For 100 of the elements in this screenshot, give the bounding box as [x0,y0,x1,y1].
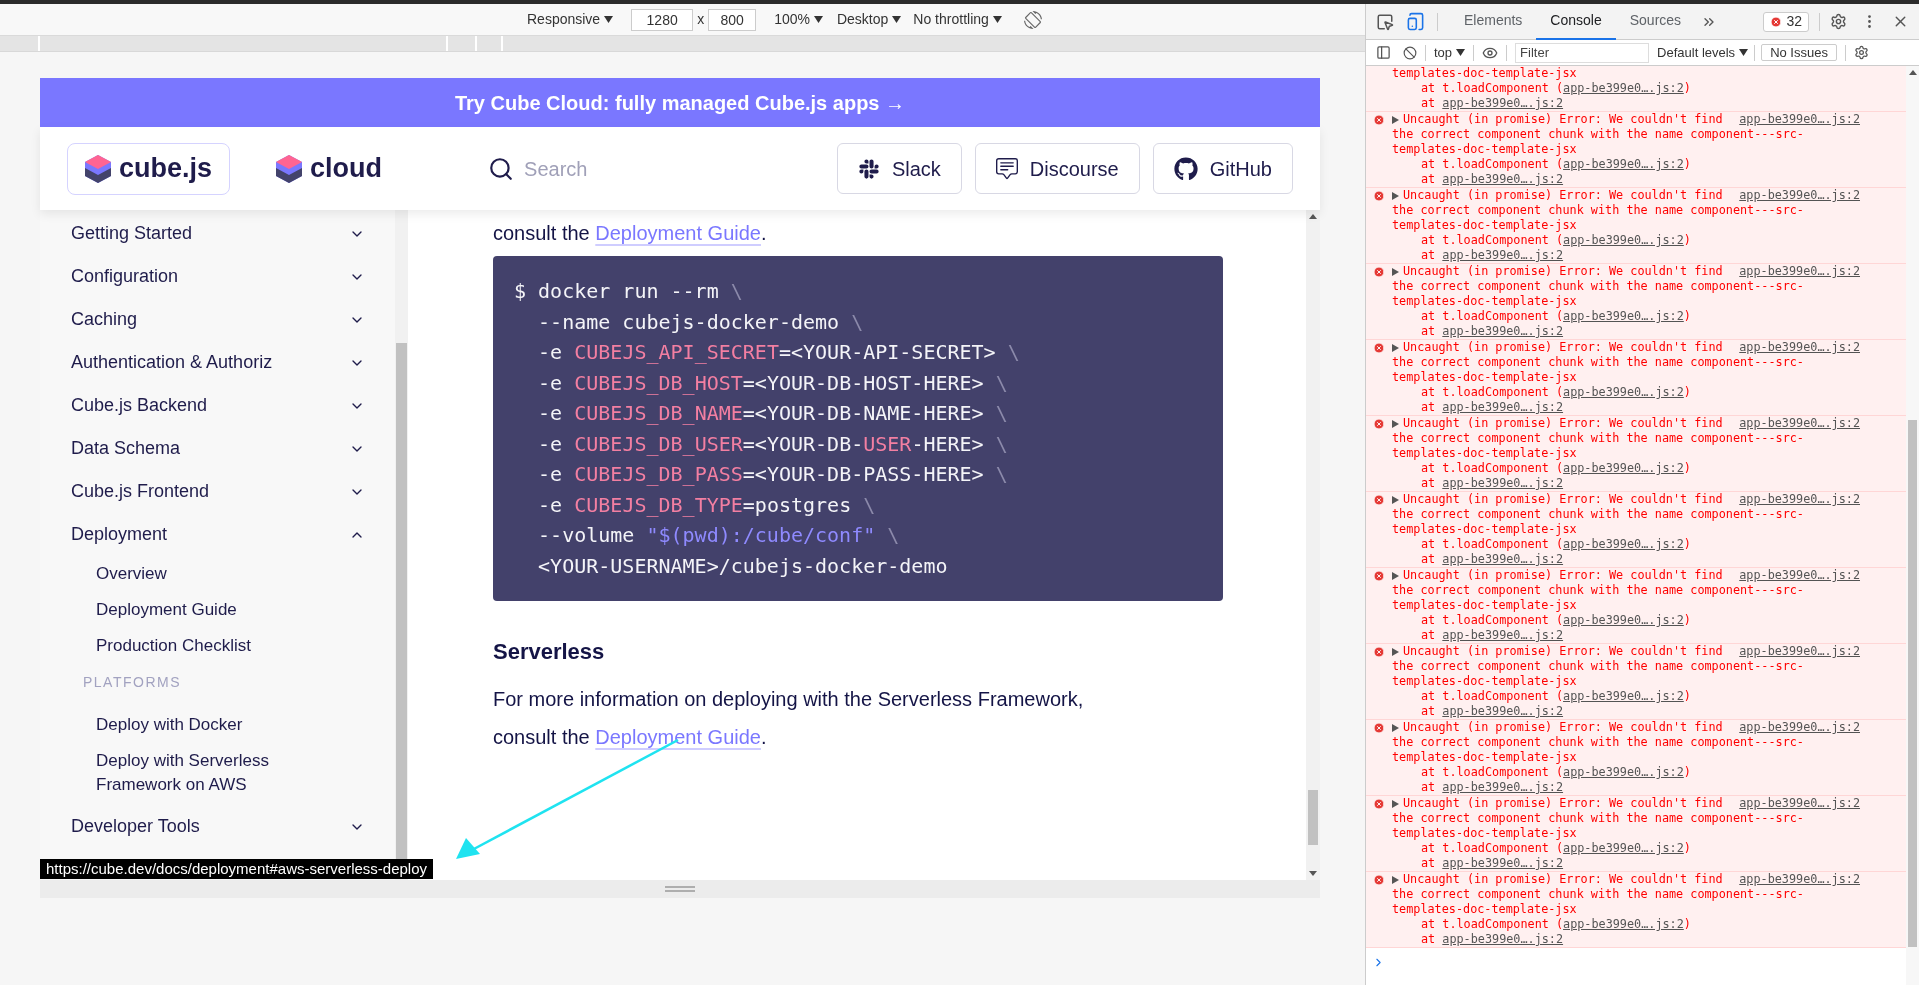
inspect-icon[interactable] [1376,12,1394,31]
error-text: the correct component chunk with the name component---src- [1392,355,1804,370]
nav-subitem[interactable]: Deployment Guide [71,592,321,628]
source-link[interactable]: app-be399e0….js:2 [1739,264,1860,279]
scroll-up-icon [1309,214,1317,219]
caret-icon [813,16,823,23]
source-link[interactable]: app-be399e0….js:2 [1739,568,1860,583]
nav-item[interactable]: Cube.js Frontend [71,470,365,513]
nav-subitem[interactable]: Deploy with Docker [71,707,321,743]
filter-field[interactable]: Filter [1515,42,1650,63]
issues-button[interactable]: No Issues [1761,44,1837,61]
community-button[interactable]: Slack [836,143,962,194]
nav-item[interactable]: Authentication & Authoriz [71,341,365,384]
settings-icon[interactable] [1830,13,1847,30]
clear-console-icon[interactable] [1403,45,1417,60]
device-dropdown[interactable]: Responsive [527,9,614,30]
source-link[interactable]: app-be399e0….js:2 [1739,796,1860,811]
source-link[interactable]: app-be399e0….js:2 [1563,461,1684,475]
nav-item[interactable]: Data Schema [71,427,365,470]
source-link[interactable]: app-be399e0….js:2 [1442,780,1564,794]
source-link[interactable]: app-be399e0….js:2 [1739,872,1860,887]
source-link[interactable]: app-be399e0….js:2 [1563,537,1684,551]
source-link[interactable]: app-be399e0….js:2 [1442,476,1564,490]
throttling-dropdown[interactable]: No throttling [913,9,1002,30]
expand-triangle-icon [1392,799,1399,808]
nav-item[interactable]: Deployment [71,513,365,556]
source-link[interactable]: app-be399e0….js:2 [1739,340,1860,355]
mode-dropdown[interactable]: Desktop [836,9,902,30]
stack-line: at t.loadComponent (app-be399e0….js:2) [1420,461,1691,476]
source-link[interactable]: app-be399e0….js:2 [1563,157,1684,171]
stack-line: at t.loadComponent (app-be399e0….js:2) [1420,613,1691,628]
link[interactable]: Deployment Guide [595,222,761,244]
community-button[interactable]: Discourse [974,143,1140,194]
source-link[interactable]: app-be399e0….js:2 [1563,233,1684,247]
error-icon [1770,15,1783,28]
source-link[interactable]: app-be399e0….js:2 [1739,416,1860,431]
logo-tab[interactable]: cloud [258,142,401,195]
devtools-tab[interactable]: Console [1536,4,1616,40]
source-link[interactable]: app-be399e0….js:2 [1442,856,1564,870]
width-field[interactable]: 1280 [631,8,694,31]
nav-subitem[interactable]: Overview [71,556,321,592]
source-link[interactable]: app-be399e0….js:2 [1563,385,1684,399]
source-link[interactable]: app-be399e0….js:2 [1739,720,1860,735]
rotate-button[interactable] [1023,10,1042,29]
source-link[interactable]: app-be399e0….js:2 [1739,112,1860,127]
error-text: Uncaught (in promise) Error: We couldn't find [1403,492,1723,507]
search-field[interactable]: Search [524,153,705,184]
sidebar-toggle-icon[interactable] [1376,45,1391,60]
height-field[interactable]: 800 [708,8,757,31]
source-link[interactable]: app-be399e0….js:2 [1442,172,1564,186]
source-link[interactable]: app-be399e0….js:2 [1563,917,1684,931]
source-link[interactable]: app-be399e0….js:2 [1442,248,1564,262]
nav-item[interactable]: Developer Tools [71,805,365,848]
stack-line: at app-be399e0….js:2 [1420,324,1564,339]
error-text: Uncaught (in promise) Error: We couldn't find [1403,796,1723,811]
resize-handle-bar[interactable] [40,880,1320,898]
source-link[interactable]: app-be399e0….js:2 [1442,96,1564,110]
error-text: Uncaught (in promise) Error: We couldn't find [1403,188,1723,203]
nav-subitem[interactable]: Deploy with Serverless Framework on AWS [71,743,321,803]
zoom-dropdown[interactable]: 100% [774,9,823,30]
context-dropdown[interactable]: top [1434,42,1466,63]
link[interactable]: Deployment Guide [595,726,761,748]
source-link[interactable]: app-be399e0….js:2 [1442,628,1564,642]
nav-item[interactable]: Configuration [71,255,365,298]
link-preview-tooltip: https://cube.dev/docs/deployment#aws-serverless-deploy [40,859,434,879]
stack-line: at app-be399e0….js:2 [1420,780,1564,795]
logo-tab[interactable]: cube.js [67,142,231,195]
source-link[interactable]: app-be399e0….js:2 [1442,552,1564,566]
error-count-badge[interactable]: 32 [1763,11,1809,32]
source-link[interactable]: app-be399e0….js:2 [1563,81,1684,95]
error-text: Uncaught (in promise) Error: We couldn't find [1403,264,1723,279]
github-icon [1173,156,1198,181]
section-heading: Serverless [493,638,606,666]
nav-item[interactable]: Caching [71,298,365,341]
community-button[interactable]: GitHub [1152,143,1293,194]
settings-icon[interactable] [1853,45,1869,60]
source-link[interactable]: app-be399e0….js:2 [1739,492,1860,507]
source-link[interactable]: app-be399e0….js:2 [1563,613,1684,627]
error-text: Uncaught (in promise) Error: We couldn't find [1403,568,1723,583]
nav-item[interactable]: Getting Started [71,212,365,255]
source-link[interactable]: app-be399e0….js:2 [1563,309,1684,323]
nav-subitem[interactable]: Production Checklist [71,628,321,664]
source-link[interactable]: app-be399e0….js:2 [1442,324,1564,338]
source-link[interactable]: app-be399e0….js:2 [1442,400,1564,414]
devtools-tab[interactable]: Elements [1450,4,1537,40]
source-link[interactable]: app-be399e0….js:2 [1442,704,1564,718]
scroll-up-icon [1908,70,1917,75]
promo-banner[interactable]: Try Cube Cloud: fully managed Cube.js apps → [40,78,1320,127]
error-text: the correct component chunk with the name component---src- [1392,127,1804,142]
device-toolbar-icon[interactable] [1406,12,1425,31]
source-link[interactable]: app-be399e0….js:2 [1563,765,1684,779]
source-link[interactable]: app-be399e0….js:2 [1442,932,1564,946]
source-link[interactable]: app-be399e0….js:2 [1563,689,1684,703]
source-link[interactable]: app-be399e0….js:2 [1563,841,1684,855]
nav-item[interactable]: Cube.js Backend [71,384,365,427]
levels-dropdown[interactable]: Default levels [1657,42,1749,63]
devtools-tab[interactable]: Sources [1615,4,1696,40]
source-link[interactable]: app-be399e0….js:2 [1739,188,1860,203]
chat-bubble-icon [995,157,1018,180]
source-link[interactable]: app-be399e0….js:2 [1739,644,1860,659]
